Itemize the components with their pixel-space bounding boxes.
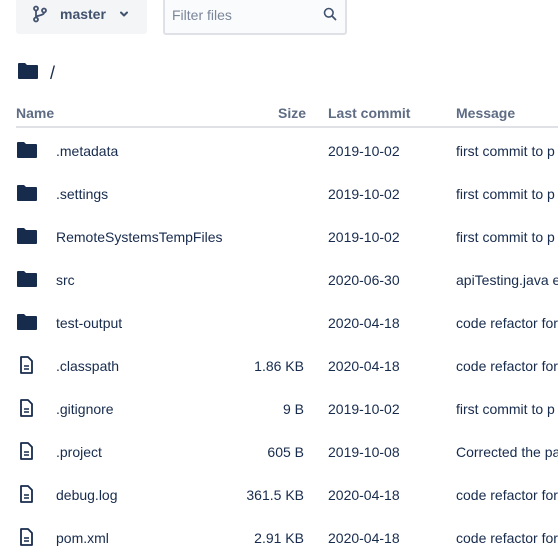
last-commit-date: 2020-04-18 xyxy=(328,487,400,503)
table-row[interactable]: RemoteSystemsTempFiles 2019-10-02 first … xyxy=(16,215,558,258)
table-row[interactable]: debug.log 361.5 KB 2020-04-18 code refac… xyxy=(16,473,558,516)
column-header-size[interactable]: Size xyxy=(278,105,306,121)
file-size: 1.86 KB xyxy=(254,358,304,374)
table-header: Name Size Last commit Message xyxy=(16,98,558,128)
file-size: 605 B xyxy=(267,444,304,460)
file-icon xyxy=(16,485,38,503)
file-icon xyxy=(16,356,38,374)
commit-message[interactable]: code refactor for xyxy=(456,530,558,546)
file-name[interactable]: src xyxy=(56,272,75,288)
last-commit-date: 2019-10-02 xyxy=(328,229,400,245)
branch-label: master xyxy=(60,6,106,22)
table-row[interactable]: .settings 2019-10-02 first commit to p xyxy=(16,172,558,215)
column-header-last-commit[interactable]: Last commit xyxy=(328,105,410,121)
file-name[interactable]: pom.xml xyxy=(56,530,109,546)
source-browser: master / Name Size Last commit Messag xyxy=(0,0,558,550)
file-name[interactable]: RemoteSystemsTempFiles xyxy=(56,229,223,245)
chevron-down-icon xyxy=(118,8,130,20)
file-size: 9 B xyxy=(282,401,304,417)
file-name[interactable]: .project xyxy=(56,444,102,460)
table-row[interactable]: .classpath 1.86 KB 2020-04-18 code refac… xyxy=(16,344,558,387)
last-commit-date: 2020-04-18 xyxy=(328,530,400,546)
last-commit-date: 2020-04-18 xyxy=(328,358,400,374)
last-commit-date: 2019-10-02 xyxy=(328,401,400,417)
last-commit-date: 2019-10-08 xyxy=(328,444,400,460)
folder-icon xyxy=(16,227,38,245)
file-name[interactable]: .metadata xyxy=(56,143,118,159)
last-commit-date: 2020-06-30 xyxy=(328,272,400,288)
file-size: 2.91 KB xyxy=(254,530,304,546)
commit-message[interactable]: first commit to p xyxy=(456,143,555,159)
file-name[interactable]: debug.log xyxy=(56,487,118,503)
filter-files-field[interactable] xyxy=(163,0,347,35)
table-row[interactable]: pom.xml 2.91 KB 2020-04-18 code refactor… xyxy=(16,516,558,550)
file-icon xyxy=(16,399,38,417)
last-commit-date: 2019-10-02 xyxy=(328,186,400,202)
table-row[interactable]: .gitignore 9 B 2019-10-02 first commit t… xyxy=(16,387,558,430)
table-row[interactable]: .metadata 2019-10-02 first commit to p xyxy=(16,129,558,172)
branch-selector-button[interactable]: master xyxy=(16,0,147,34)
file-icon xyxy=(16,528,38,546)
file-size: 361.5 KB xyxy=(246,487,304,503)
commit-message[interactable]: code refactor for xyxy=(456,358,558,374)
last-commit-date: 2020-04-18 xyxy=(328,315,400,331)
commit-message[interactable]: first commit to p xyxy=(456,186,555,202)
file-name[interactable]: .settings xyxy=(56,186,108,202)
folder-icon xyxy=(16,141,38,159)
file-icon xyxy=(16,442,38,460)
file-name[interactable]: .classpath xyxy=(56,358,119,374)
commit-message[interactable]: code refactor for xyxy=(456,487,558,503)
search-icon[interactable] xyxy=(323,7,337,21)
last-commit-date: 2019-10-02 xyxy=(328,143,400,159)
commit-message[interactable]: Corrected the pa xyxy=(456,444,558,460)
folder-icon xyxy=(16,270,38,288)
folder-icon xyxy=(16,184,38,202)
column-header-name[interactable]: Name xyxy=(16,105,54,121)
commit-message[interactable]: first commit to p xyxy=(456,229,555,245)
table-row[interactable]: .project 605 B 2019-10-08 Corrected the … xyxy=(16,430,558,473)
file-name[interactable]: test-output xyxy=(56,315,122,331)
table-row[interactable]: test-output 2020-04-18 code refactor for xyxy=(16,301,558,344)
folder-icon[interactable] xyxy=(17,62,39,85)
file-name[interactable]: .gitignore xyxy=(56,401,114,417)
table-row[interactable]: src 2020-06-30 apiTesting.java e xyxy=(16,258,558,301)
branch-icon xyxy=(31,5,49,23)
filter-files-input[interactable] xyxy=(165,5,314,24)
column-header-message[interactable]: Message xyxy=(456,105,515,121)
folder-icon xyxy=(16,313,38,331)
commit-message[interactable]: first commit to p xyxy=(456,401,555,417)
commit-message[interactable]: apiTesting.java e xyxy=(456,272,558,288)
breadcrumb-root[interactable]: / xyxy=(50,63,55,84)
commit-message[interactable]: code refactor for xyxy=(456,315,558,331)
breadcrumb: / xyxy=(17,62,55,85)
